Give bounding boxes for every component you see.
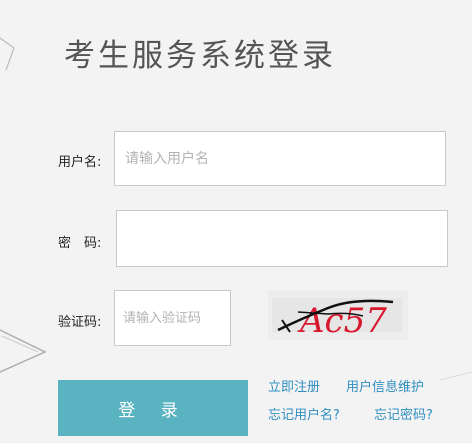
- username-input[interactable]: [114, 131, 446, 186]
- username-label: 用户名:: [58, 155, 102, 170]
- captcha-input[interactable]: [114, 290, 231, 346]
- captcha-label: 验证码:: [58, 315, 102, 330]
- user-info-link[interactable]: 用户信息维护: [346, 376, 424, 395]
- captcha-code: Ac57: [297, 301, 387, 340]
- forgot-password-link[interactable]: 忘记密码?: [374, 404, 433, 423]
- login-button[interactable]: 登 录: [58, 380, 248, 436]
- password-input[interactable]: [116, 210, 448, 267]
- password-label: 密 码:: [58, 236, 102, 251]
- page-title: 考生服务系统登录: [64, 38, 336, 74]
- captcha-image[interactable]: Ac57: [268, 290, 408, 340]
- forgot-username-link[interactable]: 忘记用户名?: [268, 404, 340, 423]
- register-link[interactable]: 立即注册: [268, 376, 320, 395]
